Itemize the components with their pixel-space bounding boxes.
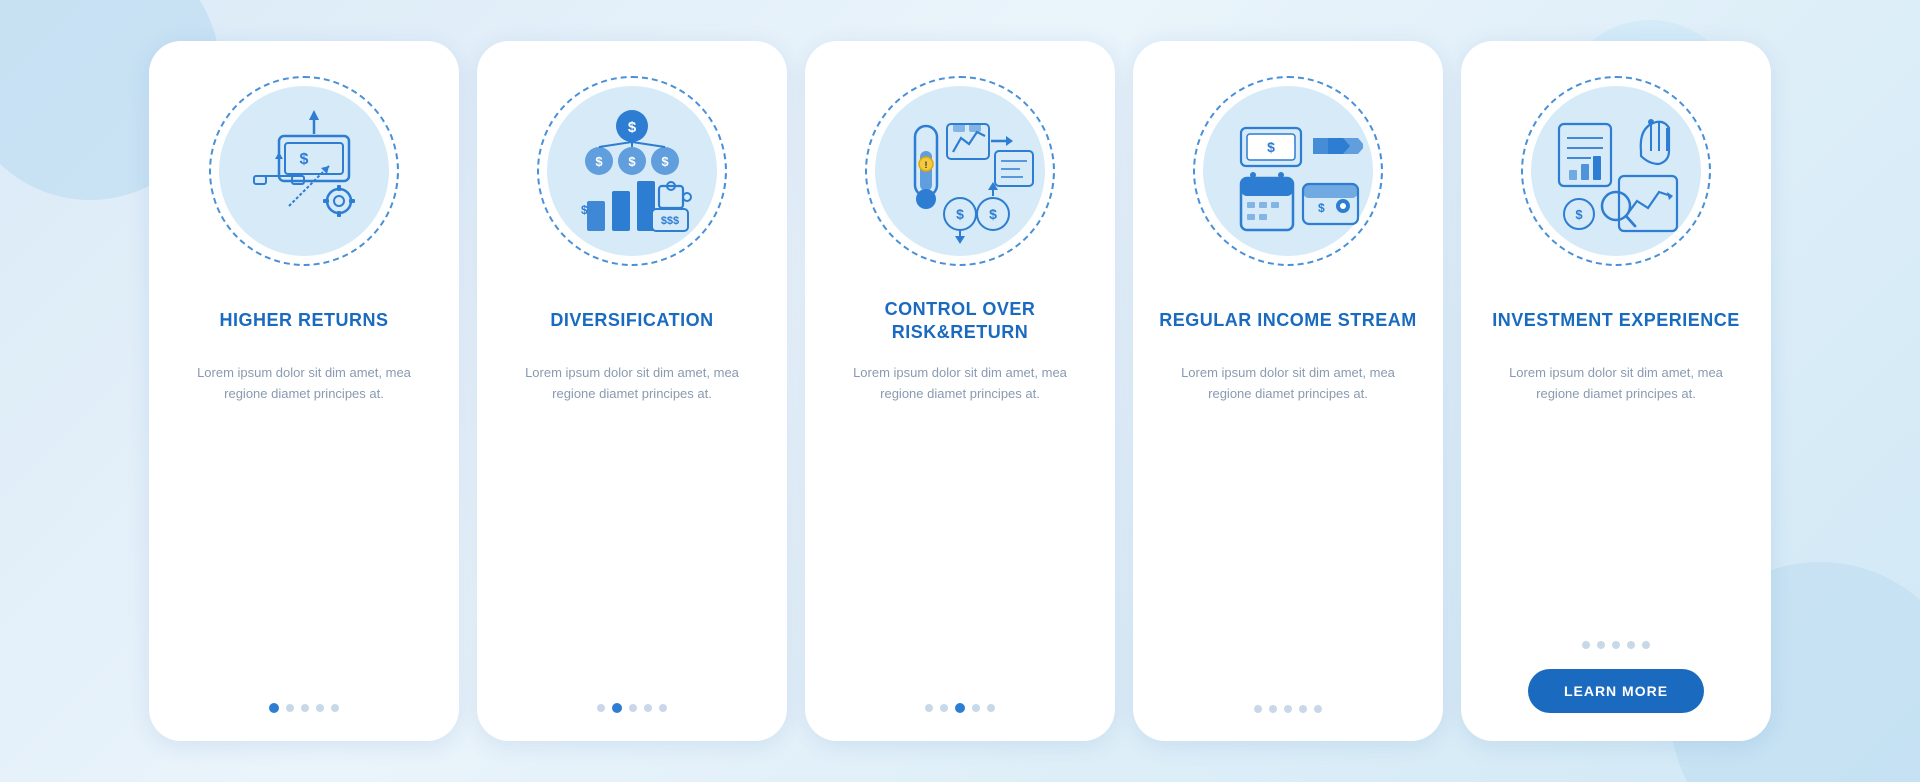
learn-more-button[interactable]: LEARN MORE [1528,669,1704,713]
dot-3 [301,704,309,712]
dot-5 [1314,705,1322,713]
dot-5 [1642,641,1650,649]
dot-1 [1582,641,1590,649]
svg-text:!: ! [925,160,928,170]
dot-3 [629,704,637,712]
card-title-diversification: DIVERSIFICATION [550,295,713,347]
control-risk-icon: ! $ $ [885,96,1035,246]
dot-4 [644,704,652,712]
dot-5 [331,704,339,712]
card-regular-income: $ [1133,41,1443,741]
dot-1 [269,703,279,713]
svg-text:$: $ [1575,207,1583,222]
card-diversification: $ $ $ $ $ [477,41,787,741]
dot-1 [597,704,605,712]
svg-text:$: $ [628,119,637,136]
svg-text:$: $ [956,206,964,222]
dot-2 [1597,641,1605,649]
dot-3 [1612,641,1620,649]
dot-3 [955,703,965,713]
dot-1 [1254,705,1262,713]
card-description-regular-income: Lorem ipsum dolor sit dim amet, mea regi… [1157,363,1419,405]
dots-regular-income [1254,677,1322,713]
card-description-diversification: Lorem ipsum dolor sit dim amet, mea regi… [501,363,763,405]
card-investment-experience: $ INVESTMENT EXPERIENCE Lorem ipsum dolo… [1461,41,1771,741]
dots-higher-returns [269,675,339,713]
dot-4 [316,704,324,712]
card-illustration-higher-returns: $ [204,71,404,271]
card-illustration-investment-experience: $ [1516,71,1716,271]
card-control-risk: ! $ $ [805,41,1115,741]
dot-4 [1627,641,1635,649]
dot-2 [612,703,622,713]
dots-investment-experience [1582,613,1650,649]
diversification-icon: $ $ $ $ $ [557,96,707,246]
card-illustration-control-risk: ! $ $ [860,71,1060,271]
svg-text:$: $ [581,203,588,217]
regular-income-icon: $ [1213,96,1363,246]
card-title-regular-income: REGULAR INCOME STREAM [1159,295,1417,347]
svg-text:$: $ [989,206,997,222]
dot-3 [1284,705,1292,713]
svg-text:$: $ [661,154,669,169]
svg-text:$: $ [595,154,603,169]
svg-text:$: $ [1267,139,1275,155]
dot-4 [972,704,980,712]
dots-control-risk [925,675,995,713]
cards-container: $ HIGHER RETU [109,11,1811,771]
dot-4 [1299,705,1307,713]
dot-2 [286,704,294,712]
dots-diversification [597,675,667,713]
higher-returns-icon: $ [229,96,379,246]
dot-1 [925,704,933,712]
card-title-control-risk: CONTROL OVER RISK&RETURN [829,295,1091,347]
dot-5 [659,704,667,712]
svg-text:$: $ [1318,201,1325,215]
card-description-investment-experience: Lorem ipsum dolor sit dim amet, mea regi… [1485,363,1747,405]
dot-2 [1269,705,1277,713]
svg-text:$: $ [628,154,636,169]
dot-2 [940,704,948,712]
card-description-higher-returns: Lorem ipsum dolor sit dim amet, mea regi… [173,363,435,405]
svg-text:$: $ [300,151,309,168]
card-illustration-regular-income: $ [1188,71,1388,271]
card-higher-returns: $ HIGHER RETU [149,41,459,741]
svg-text:$$$: $$$ [661,215,679,227]
dot-5 [987,704,995,712]
card-title-investment-experience: INVESTMENT EXPERIENCE [1492,295,1740,347]
investment-experience-icon: $ [1541,96,1691,246]
card-title-higher-returns: HIGHER RETURNS [219,295,388,347]
card-description-control-risk: Lorem ipsum dolor sit dim amet, mea regi… [829,363,1091,405]
card-illustration-diversification: $ $ $ $ $ [532,71,732,271]
